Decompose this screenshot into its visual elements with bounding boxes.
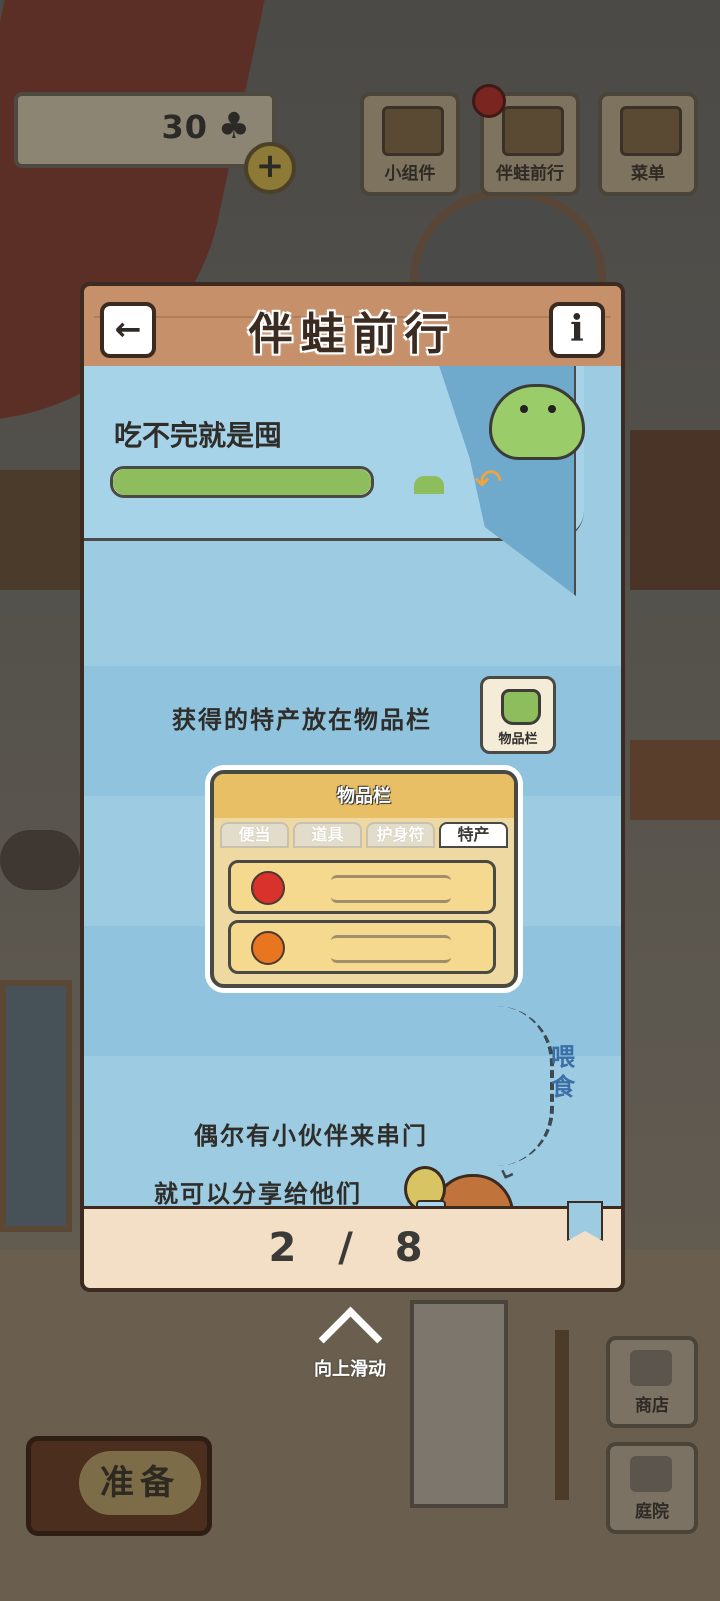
- menu-cards-icon: [620, 106, 682, 156]
- info-button[interactable]: i: [549, 302, 605, 358]
- apple-icon: [251, 871, 285, 905]
- inventory-item-row: [228, 860, 496, 914]
- scribble-text: [331, 935, 451, 963]
- turtle-illustration: [404, 1166, 514, 1206]
- tab-charms: 护身符: [366, 822, 435, 848]
- journey-guide-modal: 伴蛙前行 ← i 吃不完就是囤 ↶ 获得的特产放在物品栏 物品栏 物品栏 便当 …: [80, 282, 625, 1292]
- prepare-label: 准备: [100, 1463, 180, 1503]
- clover-counter: 30 ♣: [14, 92, 276, 168]
- page-indicator: 2 / 8: [268, 1225, 437, 1271]
- right-shelf: [630, 430, 720, 590]
- inventory-header: 物品栏: [214, 774, 514, 818]
- inventory-tabs: 便当 道具 护身符 特产: [220, 822, 508, 848]
- inventory-button-label: 物品栏: [498, 732, 538, 747]
- goal-progress-bar: [110, 466, 374, 498]
- back-button[interactable]: ←: [100, 302, 156, 358]
- journey-book-icon: [502, 106, 564, 156]
- tab-specialties: 特产: [439, 822, 508, 848]
- inventory-hint: 获得的特产放在物品栏: [172, 706, 432, 734]
- clover-icon: ♣: [217, 106, 250, 147]
- orange-arrow-icon: ↶: [474, 462, 503, 502]
- menu-label: 菜单: [631, 164, 665, 184]
- inventory-title: 物品栏: [337, 786, 391, 807]
- yard-button[interactable]: 庭院: [606, 1442, 698, 1534]
- journey-label: 伴蛙前行: [496, 164, 564, 184]
- cooking-pot: [0, 830, 80, 890]
- mirror: [0, 980, 72, 1232]
- yard-label: 庭院: [635, 1502, 669, 1522]
- modal-footer: 2 / 8: [80, 1201, 625, 1292]
- modal-header: 伴蛙前行 ← i: [80, 282, 625, 366]
- shop-button[interactable]: 商店: [606, 1336, 698, 1428]
- widget-label: 小组件: [384, 164, 436, 184]
- widget-button[interactable]: 小组件: [360, 92, 460, 196]
- prepare-button[interactable]: 准备: [26, 1436, 212, 1536]
- tab-tools: 道具: [293, 822, 362, 848]
- swipe-up-hint[interactable]: 向上滑动: [300, 1306, 400, 1381]
- menu-button[interactable]: 菜单: [598, 92, 698, 196]
- frog-writing-illustration: [489, 384, 585, 460]
- guide-page[interactable]: 吃不完就是囤 ↶ 获得的特产放在物品栏 物品栏 物品栏 便当 道具 护身符 特产…: [80, 366, 625, 1206]
- right-table: [630, 740, 720, 820]
- inventory-illustration: 物品栏 便当 道具 护身符 特产: [210, 770, 518, 988]
- frog-eye: [520, 405, 528, 413]
- modal-title: 伴蛙前行: [248, 309, 457, 360]
- left-shelf: [0, 470, 80, 590]
- persimmon-icon: [251, 931, 285, 965]
- frog-eye: [548, 405, 556, 413]
- goal-progress-fill: [113, 469, 371, 495]
- shop-label: 商店: [635, 1396, 669, 1416]
- yard-mailbox-icon: [630, 1456, 672, 1492]
- inventory-item-row: [228, 920, 496, 974]
- share-text: 就可以分享给他们: [154, 1180, 362, 1206]
- grass-tuft: [414, 476, 444, 494]
- scribble-text: [331, 875, 451, 903]
- inventory-button-illustration: 物品栏: [480, 676, 556, 754]
- lamp-stand: [555, 1330, 569, 1500]
- clover-count: 30: [161, 108, 208, 146]
- shop-icon: [630, 1350, 672, 1386]
- feed-label: 喂食: [551, 1043, 575, 1101]
- folding-screen: [410, 1300, 508, 1508]
- visit-text: 偶尔有小伙伴来串门: [194, 1122, 428, 1150]
- notification-dot: [472, 84, 506, 118]
- tab-bento: 便当: [220, 822, 289, 848]
- bag-icon: [501, 689, 541, 725]
- widget-house-icon: [382, 106, 444, 156]
- add-clover-button[interactable]: +: [244, 142, 296, 194]
- goal-title: 吃不完就是囤: [114, 419, 283, 452]
